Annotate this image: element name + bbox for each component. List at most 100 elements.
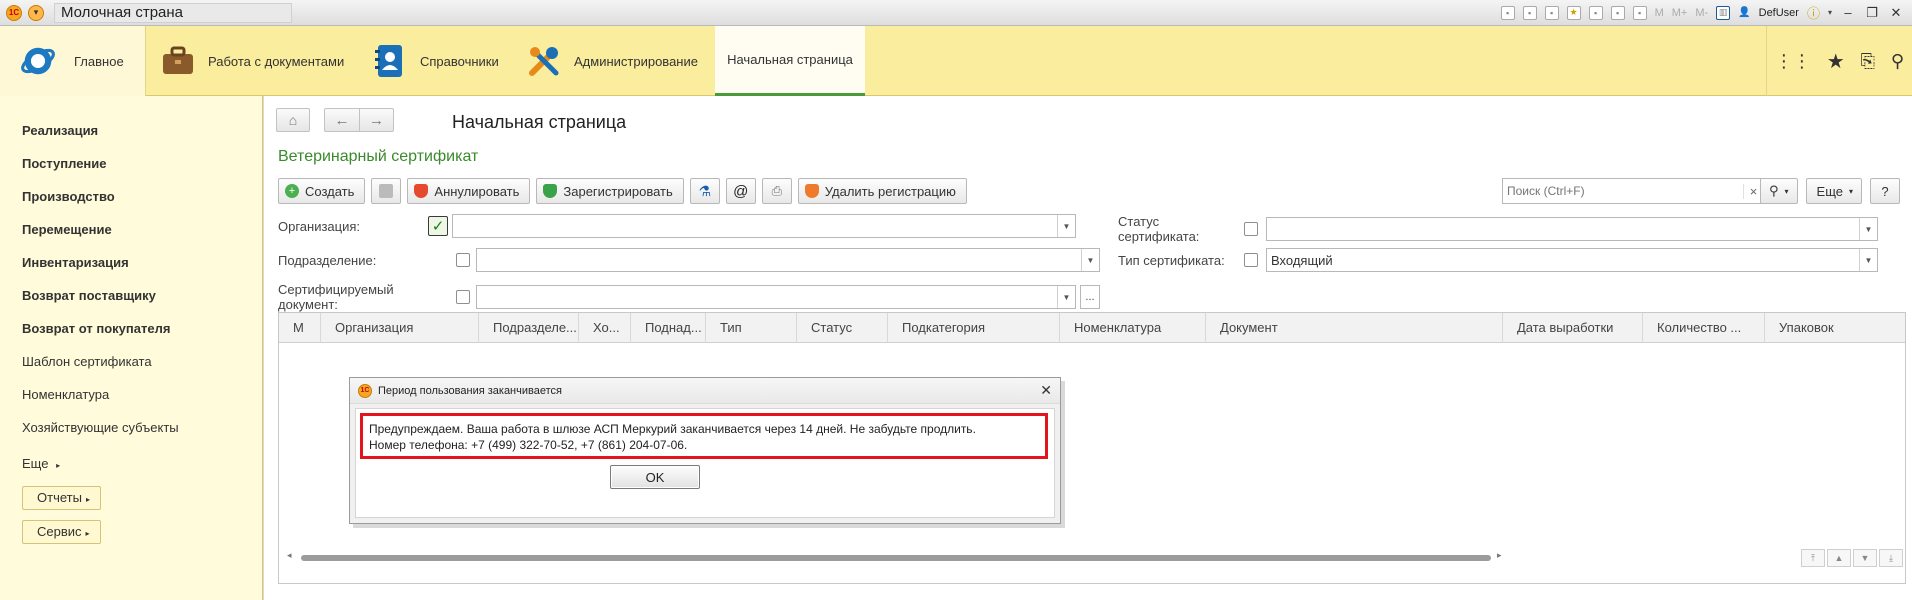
column-header-mark[interactable]: М: [279, 313, 321, 343]
main-menu-icon[interactable]: ▾: [28, 4, 44, 21]
sidebar-item-nomenclature[interactable]: Номенклатура: [22, 378, 262, 411]
history-icon[interactable]: ⎘: [1861, 51, 1875, 72]
info-dropdown-icon[interactable]: ▾: [1828, 8, 1832, 17]
section-references[interactable]: Справочники: [372, 26, 499, 96]
scrollbar-thumb[interactable]: [301, 555, 1491, 561]
forward-arrow-icon[interactable]: →: [359, 109, 393, 131]
dropdown-arrow-icon[interactable]: ▼: [1081, 249, 1099, 271]
filter-department-checkbox[interactable]: [456, 253, 470, 267]
filter-department-field[interactable]: ▼: [476, 248, 1100, 272]
sidebar-item-business-entities[interactable]: Хозяйствующие субъекты: [22, 411, 262, 444]
search-icon[interactable]: ⚲: [1891, 51, 1904, 72]
filter-cert-document-checkbox[interactable]: [456, 290, 470, 304]
filter-cert-type-field[interactable]: Входящий ▼: [1266, 248, 1878, 272]
main-area: ⌂ ← → Начальная страница Ветеринарный се…: [264, 96, 1912, 600]
select-document-button[interactable]: ...: [1080, 285, 1100, 309]
filter-cert-type-checkbox[interactable]: [1244, 253, 1258, 267]
sidebar-item-return-customer[interactable]: Возврат от покупателя: [22, 312, 262, 345]
last-row-icon[interactable]: ⤓: [1879, 549, 1903, 567]
microscope-button[interactable]: ⚗: [689, 178, 720, 204]
sidebar-item-sales[interactable]: Реализация: [22, 114, 262, 147]
copy-button[interactable]: [371, 178, 402, 204]
section-main[interactable]: Главное: [0, 26, 146, 96]
user-name[interactable]: DefUser: [1759, 7, 1799, 19]
first-row-icon[interactable]: ⤒: [1801, 549, 1825, 567]
column-header-owner[interactable]: Хо...: [579, 313, 631, 343]
column-header-organization[interactable]: Организация: [321, 313, 479, 343]
scroll-left-icon[interactable]: ◂: [287, 550, 292, 561]
all-functions-icon[interactable]: ⋮⋮: [1775, 51, 1811, 72]
filter-cert-document-field[interactable]: ▼: [476, 285, 1076, 309]
dropdown-arrow-icon[interactable]: ▼: [1057, 215, 1075, 237]
ok-button[interactable]: OK: [610, 465, 700, 489]
star-icon[interactable]: ★: [1827, 49, 1845, 74]
print-icon[interactable]: ▪: [1522, 5, 1537, 20]
more-button[interactable]: Еще ▾: [1805, 178, 1862, 204]
sidebar-item-inventory[interactable]: Инвентаризация: [22, 246, 262, 279]
preview-icon[interactable]: ▪: [1544, 5, 1559, 20]
section-admin[interactable]: Администрирование: [526, 26, 698, 96]
back-arrow-icon[interactable]: ←: [325, 109, 359, 131]
sidebar-more[interactable]: Еще ▸: [22, 452, 262, 476]
column-header-type[interactable]: Тип: [706, 313, 797, 343]
dropdown-arrow-icon[interactable]: ▼: [1859, 249, 1877, 271]
annul-button[interactable]: Аннулировать: [407, 178, 531, 204]
save-icon[interactable]: ▪: [1500, 5, 1515, 20]
help-button[interactable]: ?: [1870, 178, 1900, 204]
tab-home[interactable]: Начальная страница: [715, 26, 865, 96]
search-options-button[interactable]: ⚲ ▾: [1759, 178, 1798, 204]
delete-registration-button[interactable]: Удалить регистрацию: [797, 178, 967, 204]
filter-cert-status-checkbox[interactable]: [1244, 222, 1258, 236]
top-right-tools: ⋮⋮ ★ ⎘ ⚲: [1766, 26, 1912, 96]
column-header-document[interactable]: Документ: [1206, 313, 1503, 343]
dropdown-arrow-icon[interactable]: ▼: [1859, 218, 1877, 240]
register-button[interactable]: Зарегистрировать: [536, 178, 684, 204]
close-window-icon[interactable]: ✕: [1888, 5, 1904, 21]
sidebar-item-receipt[interactable]: Поступление: [22, 147, 262, 180]
minimize-icon[interactable]: –: [1840, 5, 1856, 20]
panel-layout-icon[interactable]: ▥: [1716, 5, 1731, 20]
link-icon[interactable]: ▪: [1588, 5, 1603, 20]
filter-organization-checkbox[interactable]: ✓: [428, 216, 448, 236]
column-header-supervised[interactable]: Поднад...: [631, 313, 706, 343]
service-button[interactable]: Сервис ▸: [22, 520, 101, 544]
section-documents[interactable]: Работа с документами: [160, 26, 344, 96]
column-header-quantity[interactable]: Количество ...: [1643, 313, 1765, 343]
prev-row-icon[interactable]: ▲: [1827, 549, 1851, 567]
sidebar-item-return-supplier[interactable]: Возврат поставщику: [22, 279, 262, 312]
memory-mminus-button[interactable]: M-: [1695, 7, 1708, 19]
next-row-icon[interactable]: ▼: [1853, 549, 1877, 567]
sidebar-item-production[interactable]: Производство: [22, 180, 262, 213]
reports-button[interactable]: Отчеты ▸: [22, 486, 101, 510]
column-header-nomenclature[interactable]: Номенклатура: [1060, 313, 1206, 343]
calendar-icon[interactable]: ▪: [1632, 5, 1647, 20]
chevron-right-icon: ▸: [85, 529, 90, 538]
filter-cert-status-field[interactable]: ▼: [1266, 217, 1878, 241]
scroll-right-icon[interactable]: ▸: [1497, 550, 1502, 561]
search-input[interactable]: [1503, 180, 1743, 202]
horizontal-scrollbar[interactable]: ◂ ▸: [287, 550, 1505, 563]
page-title: Начальная страница: [452, 112, 627, 132]
info-icon[interactable]: ⓘ: [1807, 3, 1820, 22]
column-header-status[interactable]: Статус: [797, 313, 888, 343]
email-button[interactable]: @: [725, 178, 756, 204]
filter-cert-document: Сертифицируемый документ: ▼ ...: [278, 282, 1100, 312]
filter-organization-field[interactable]: ▼: [452, 214, 1076, 238]
calculator-icon[interactable]: ▪: [1610, 5, 1625, 20]
favorites-icon[interactable]: ★: [1566, 5, 1581, 20]
create-button[interactable]: + Создать: [278, 178, 366, 204]
column-header-production-date[interactable]: Дата выработки: [1503, 313, 1643, 343]
print-button[interactable]: ⎙: [761, 178, 792, 204]
column-header-packages[interactable]: Упаковок: [1765, 313, 1907, 343]
restore-icon[interactable]: ❐: [1864, 5, 1880, 21]
memory-mplus-button[interactable]: M+: [1672, 7, 1688, 19]
user-icon: 👤: [1738, 7, 1751, 18]
home-button[interactable]: ⌂: [276, 108, 310, 132]
column-header-subcategory[interactable]: Подкатегория: [888, 313, 1060, 343]
sidebar-item-transfer[interactable]: Перемещение: [22, 213, 262, 246]
memory-m-button[interactable]: M: [1655, 7, 1664, 19]
column-header-department[interactable]: Подразделе...: [479, 313, 579, 343]
close-icon[interactable]: ✕: [1040, 382, 1052, 399]
dropdown-arrow-icon[interactable]: ▼: [1057, 286, 1075, 308]
sidebar-item-cert-template[interactable]: Шаблон сертификата: [22, 345, 262, 378]
